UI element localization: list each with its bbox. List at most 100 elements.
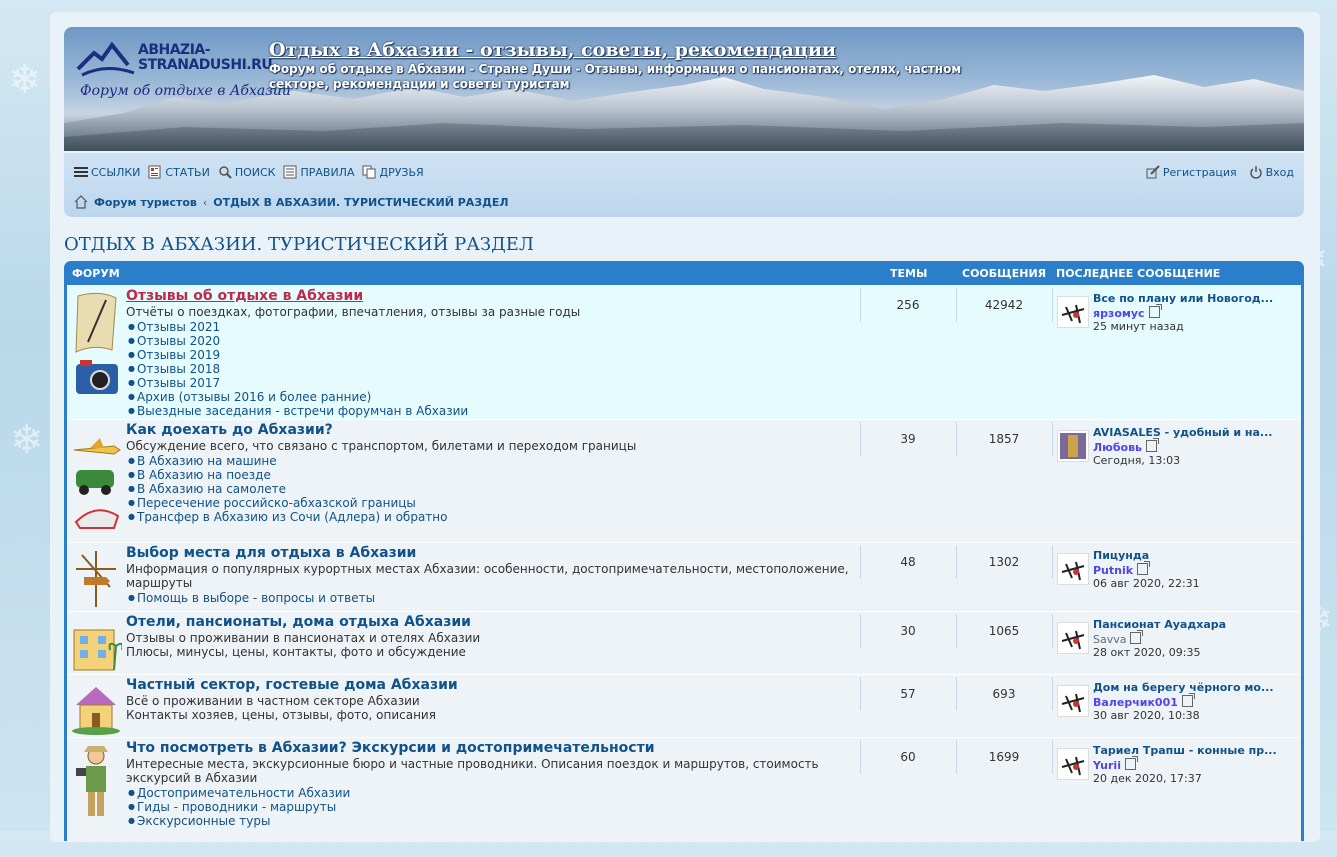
login-link[interactable]: Вход — [1249, 165, 1294, 179]
header-last-post[interactable]: ПОСЛЕДНЕЕ СООБЩЕНИЕ — [1056, 267, 1220, 280]
subforum-link[interactable]: Отзывы 2019 — [128, 348, 220, 362]
last-post-time: 30 авг 2020, 10:38 — [1093, 709, 1200, 722]
go-to-post-icon[interactable] — [1137, 561, 1151, 575]
forum-row: Отели, пансионаты, дома отдыха Абхазии О… — [67, 611, 1301, 674]
transport-forum-icon — [73, 438, 121, 529]
go-to-post-icon[interactable] — [1130, 630, 1144, 644]
forum-title-link[interactable]: Отели, пансионаты, дома отдыха Абхазии — [126, 614, 471, 630]
last-post-title-link[interactable]: AVIASALES - удобный и на... — [1093, 426, 1272, 439]
forum-row: Что посмотреть в Абхазии? Экскурсии и до… — [67, 737, 1301, 842]
nav-rules[interactable]: ПРАВИЛА — [283, 165, 354, 179]
user-avatar[interactable] — [1057, 553, 1089, 585]
user-avatar[interactable] — [1057, 748, 1089, 780]
forum-row: Выбор места для отдыха в Абхазии Информа… — [67, 542, 1301, 611]
topics-count: 256 — [896, 298, 920, 312]
site-title-link[interactable]: Отдых в Абхазии - отзывы, советы, рекоме… — [269, 39, 836, 61]
register-label: Регистрация — [1162, 165, 1237, 179]
subforum-link[interactable]: Выездные заседания - встречи форумчан в … — [128, 404, 468, 418]
topics-count: 60 — [900, 750, 916, 764]
forum-title-link[interactable]: Что посмотреть в Абхазии? Экскурсии и до… — [126, 740, 655, 756]
subforum-link[interactable]: Отзывы 2020 — [128, 334, 220, 348]
snowflake-decoration: ❄ — [10, 417, 44, 463]
subforum-link[interactable]: В Абхазию на поезде — [128, 468, 271, 482]
last-post-time: 28 окт 2020, 09:35 — [1093, 646, 1201, 659]
last-post-user-link[interactable]: ярзомус — [1093, 304, 1162, 320]
subforum-link[interactable]: Гиды - проводники - маршруты — [128, 800, 336, 814]
subforum-link[interactable]: Отзывы 2021 — [128, 320, 220, 334]
user-avatar[interactable] — [1057, 296, 1089, 328]
breadcrumb: Форум туристов ‹ ОТДЫХ В АБХАЗИИ. ТУРИСТ… — [74, 195, 509, 209]
go-to-post-icon[interactable] — [1181, 693, 1195, 707]
snowflake-decoration: ❄ — [8, 57, 42, 103]
last-post-time: 20 дек 2020, 17:37 — [1093, 772, 1202, 785]
last-post-title-link[interactable]: Дом на берегу чёрного мо... — [1093, 681, 1274, 694]
topics-count: 30 — [900, 624, 916, 638]
user-avatar[interactable] — [1057, 685, 1089, 717]
posts-count: 1857 — [988, 432, 1020, 446]
breadcrumb-home[interactable]: Форум туристов — [94, 196, 197, 209]
subforum-link[interactable]: Отзывы 2017 — [128, 376, 220, 390]
go-to-post-icon[interactable] — [1124, 756, 1138, 770]
site-description: Форум об отдыхе в Абхазии - Стране Души … — [269, 62, 962, 91]
forum-description: Интересные места, экскурсионные бюро и ч… — [126, 757, 819, 785]
last-post-time: Сегодня, 13:03 — [1093, 454, 1181, 467]
friends-icon — [362, 165, 376, 179]
forum-title-link[interactable]: Частный сектор, гостевые дома Абхазии — [126, 677, 458, 693]
forum-title-link[interactable]: Выбор места для отдыха в Абхазии — [126, 545, 416, 561]
reviews-forum-icon — [75, 292, 118, 394]
posts-count: 1699 — [988, 750, 1020, 764]
subforum-link[interactable]: Архив (отзывы 2016 и более ранние) — [128, 390, 371, 404]
forum-title-link[interactable]: Отзывы об отдыхе в Абхазии — [126, 288, 363, 304]
subforum-link[interactable]: Экскурсионные туры — [128, 814, 270, 828]
last-post-user-link[interactable]: Валерчик001 — [1093, 693, 1195, 709]
last-post-title-link[interactable]: Пицунда — [1093, 549, 1149, 562]
last-post-title-link[interactable]: Все по плану или Новогод... — [1093, 292, 1273, 305]
page-title[interactable]: ОТДЫХ В АБХАЗИИ. ТУРИСТИЧЕСКИЙ РАЗДЕЛ — [64, 234, 534, 255]
forum-description: Отчёты о поездках, фотографии, впечатлен… — [126, 305, 581, 319]
header-topics[interactable]: ТЕМЫ — [890, 267, 927, 280]
forum-row: Частный сектор, гостевые дома Абхазии Вс… — [67, 674, 1301, 737]
nav-search-label: ПОИСК — [234, 165, 276, 179]
logo-text: ABHAZIA- STRANADUSHI.RU — [138, 42, 273, 73]
articles-icon — [148, 165, 162, 179]
last-post-title-link[interactable]: Пансионат Ауадхара — [1093, 618, 1226, 631]
breadcrumb-current[interactable]: ОТДЫХ В АБХАЗИИ. ТУРИСТИЧЕСКИЙ РАЗДЕЛ — [213, 196, 508, 209]
column-divider — [1052, 740, 1053, 774]
nav-articles-label: СТАТЬИ — [165, 165, 210, 179]
page-wrapper: ABHAZIA- STRANADUSHI.RU Форум об отдыхе … — [50, 12, 1320, 842]
nav-search[interactable]: ПОИСК — [218, 165, 276, 179]
column-divider — [1052, 288, 1053, 322]
subforum-link[interactable]: В Абхазию на машине — [128, 454, 277, 468]
register-link[interactable]: Регистрация — [1146, 165, 1237, 179]
forum-description: Информация о популярных курортных местах… — [126, 562, 849, 590]
subforum-link[interactable]: Пересечение российско-абхазской границы — [128, 496, 416, 510]
search-icon — [218, 165, 232, 179]
last-post-user-link[interactable]: Любовь — [1093, 438, 1159, 454]
tourist-forum-icon — [76, 746, 108, 816]
nav-friends[interactable]: ДРУЗЬЯ — [362, 165, 424, 179]
go-to-post-icon[interactable] — [1145, 438, 1159, 452]
subforum-link[interactable]: Помощь в выборе - вопросы и ответы — [128, 591, 375, 605]
nav-articles[interactable]: СТАТЬИ — [148, 165, 210, 179]
nav-links[interactable]: ССЫЛКИ — [74, 165, 140, 179]
subforum-link[interactable]: В Абхазию на самолете — [128, 482, 286, 496]
subforum-link[interactable]: Достопримечательности Абхазии — [128, 786, 350, 800]
site-header: ABHAZIA- STRANADUSHI.RU Форум об отдыхе … — [64, 27, 1304, 151]
forum-description: Обсуждение всего, что связано с транспор… — [126, 439, 637, 453]
forum-description: Отзывы о проживании в пансионатах и отел… — [126, 631, 481, 659]
last-post-user-link[interactable]: Savva — [1093, 630, 1144, 646]
site-logo[interactable]: ABHAZIA- STRANADUSHI.RU Форум об отдыхе … — [76, 37, 291, 109]
user-avatar[interactable] — [1057, 622, 1089, 654]
subforum-link[interactable]: Отзывы 2018 — [128, 362, 220, 376]
last-post-user-link[interactable]: Putnik — [1093, 561, 1151, 577]
forum-title-link[interactable]: Как доехать до Абхазии? — [126, 422, 333, 438]
last-post-title-link[interactable]: Тариел Трапш - конные пр... — [1093, 744, 1277, 757]
last-post-user-link[interactable]: Yurii — [1093, 756, 1138, 772]
header-forum[interactable]: ФОРУМ — [72, 267, 120, 280]
header-posts[interactable]: СООБЩЕНИЯ — [962, 267, 1046, 280]
go-to-post-icon[interactable] — [1148, 304, 1162, 318]
column-divider — [1052, 614, 1053, 648]
user-avatar[interactable] — [1057, 430, 1089, 462]
pencil-icon — [1146, 165, 1160, 179]
subforum-link[interactable]: Трансфер в Абхазию из Сочи (Адлера) и об… — [128, 510, 448, 524]
